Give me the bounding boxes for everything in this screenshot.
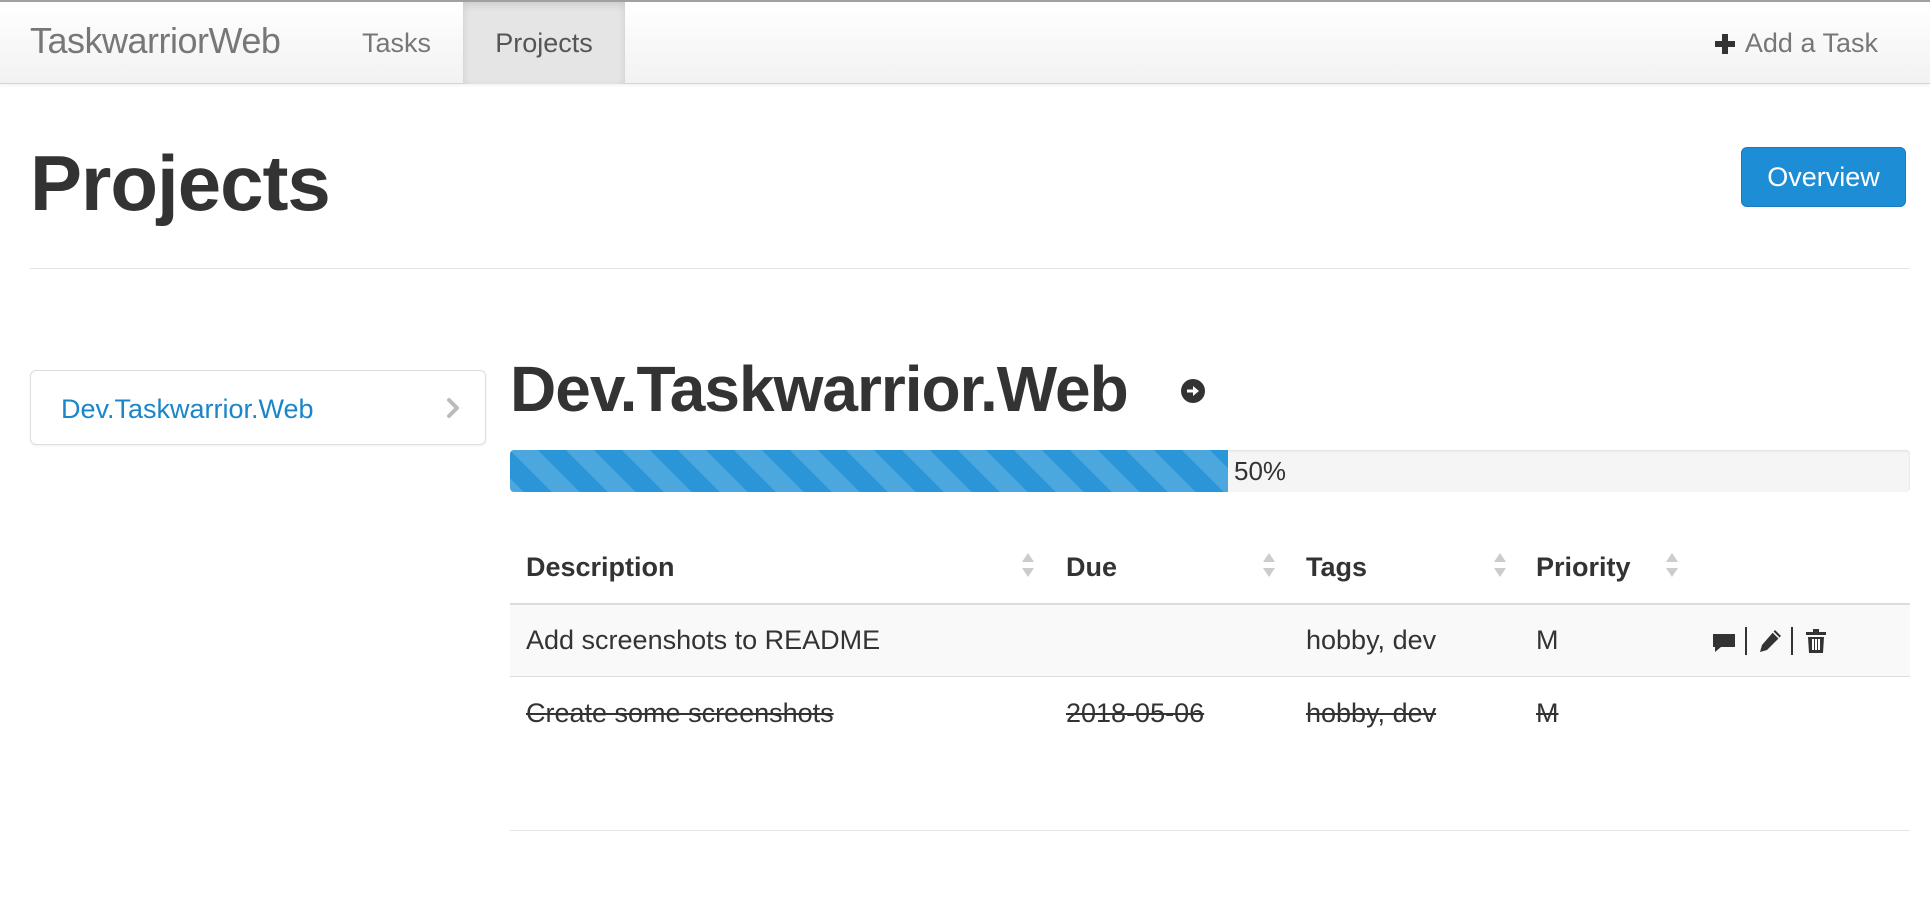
project-title: Dev.Taskwarrior.Web (510, 353, 1129, 425)
task-tags: hobby, dev (1306, 698, 1437, 728)
sort-icon[interactable] (1261, 550, 1277, 580)
top-navbar: TaskwarriorWeb Tasks Projects Add a Task (0, 0, 1930, 84)
comment-icon[interactable] (1710, 627, 1738, 655)
page-title: Projects (30, 139, 331, 227)
nav-projects[interactable]: Projects (463, 2, 625, 84)
task-description: Add screenshots to README (526, 625, 881, 655)
task-priority: M (1536, 698, 1559, 728)
plus-icon (1714, 34, 1735, 54)
task-tags: hobby, dev (1306, 625, 1437, 655)
progress-bar-fill (510, 450, 1228, 492)
sort-icon[interactable] (1664, 550, 1680, 580)
task-priority: M (1536, 625, 1559, 655)
action-separator (1791, 627, 1793, 655)
column-header-due[interactable]: Due (1066, 552, 1117, 583)
column-header-description[interactable]: Description (526, 552, 675, 583)
column-header-tags[interactable]: Tags (1306, 552, 1367, 583)
task-due: 2018-05-06 (1066, 698, 1205, 728)
sidebar-item-dev-taskwarrior-web[interactable]: Dev.Taskwarrior.Web (30, 370, 486, 445)
column-header-priority[interactable]: Priority (1536, 552, 1631, 583)
header-divider (30, 268, 1910, 269)
brand-logo[interactable]: TaskwarriorWeb (30, 20, 281, 62)
project-progress: 50% (510, 450, 1910, 492)
action-separator (1745, 627, 1747, 655)
nav-tasks[interactable]: Tasks (334, 2, 459, 84)
sort-icon[interactable] (1020, 550, 1036, 580)
add-task-button[interactable]: Add a Task (1714, 2, 1878, 84)
trash-icon[interactable] (1802, 627, 1830, 655)
sort-icon[interactable] (1492, 550, 1508, 580)
section-divider (510, 830, 1910, 831)
pencil-icon[interactable] (1756, 627, 1784, 655)
overview-button[interactable]: Overview (1741, 147, 1906, 207)
chevron-right-icon (447, 398, 459, 418)
table-row[interactable]: Create some screenshots 2018-05-06 hobby… (510, 678, 1910, 750)
sidebar-item-label: Dev.Taskwarrior.Web (61, 394, 314, 424)
table-row[interactable]: Add screenshots to README hobby, dev M (510, 605, 1910, 677)
circle-arrow-right-icon[interactable] (1180, 378, 1206, 404)
add-task-label: Add a Task (1744, 28, 1878, 58)
row-actions (1710, 627, 1830, 655)
task-description: Create some screenshots (526, 698, 834, 728)
progress-label: 50% (1234, 456, 1287, 486)
